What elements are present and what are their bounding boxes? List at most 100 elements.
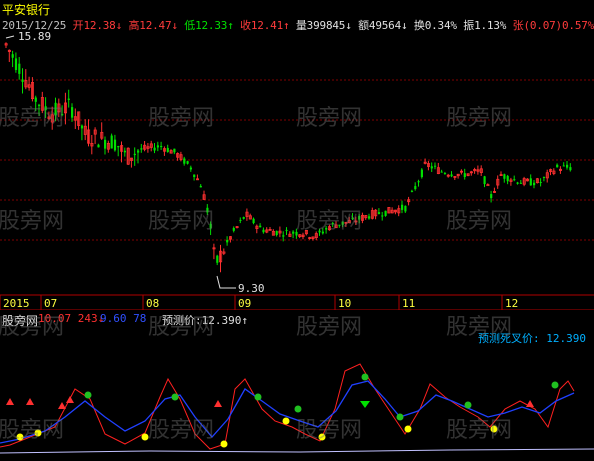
yellow-signal-dot (220, 440, 228, 448)
slow-line (0, 380, 575, 444)
candle-body (443, 173, 447, 175)
candle-body (189, 167, 192, 170)
candle-body (226, 239, 229, 243)
candle-body (503, 174, 506, 179)
buy-arrow-icon (6, 398, 14, 405)
sell-arrow-icon (360, 401, 370, 408)
yellow-signal-dot (490, 425, 498, 433)
candle-body (483, 176, 486, 185)
candle-body (44, 106, 47, 111)
candle-body (262, 229, 265, 233)
extreme-markers: 15.89 9.30 (5, 30, 265, 295)
candle-body (113, 139, 117, 151)
candle-body (292, 231, 295, 234)
candle-body (232, 228, 235, 231)
x-axis: 2015 07 08 09 10 11 12 (0, 295, 518, 310)
candle-body (486, 184, 490, 187)
candle-body (97, 144, 100, 148)
green-signal-dot (396, 413, 404, 421)
candle-body (556, 164, 559, 168)
candle-body (34, 97, 37, 102)
candle-body (295, 231, 298, 236)
candles (4, 42, 572, 273)
indicator-name: 股旁网 (2, 314, 39, 328)
buy-arrow-icon (58, 402, 66, 409)
candle-body (325, 228, 328, 230)
yellow-signal-dot (16, 433, 24, 441)
candle-body (14, 58, 18, 70)
low-marker-label: 9.30 (238, 282, 265, 295)
candle-body (420, 169, 423, 178)
candle-body (351, 217, 354, 219)
green-signal-dot (551, 381, 559, 389)
candle-body (166, 147, 169, 152)
candle-body (384, 210, 387, 216)
candle-body (341, 221, 344, 225)
candle-body (21, 79, 24, 82)
candle-body (54, 102, 57, 116)
forecast-death-cross-price: 预测死叉价: 12.390 (478, 332, 586, 345)
baseline-line (0, 448, 594, 454)
candle-body (542, 176, 546, 178)
candle-body (186, 161, 189, 164)
candle-body (18, 63, 21, 74)
candle-body (513, 179, 516, 181)
candle-body (434, 165, 437, 167)
grid-lines (0, 79, 594, 296)
candle-body (404, 205, 407, 212)
candle-body (216, 255, 219, 263)
fast-line (0, 363, 575, 450)
green-signal-dot (171, 393, 179, 401)
candle-body (463, 173, 466, 178)
indicator-signals (6, 373, 559, 448)
candle-body (321, 231, 324, 234)
candle-body (206, 207, 209, 213)
buy-arrow-icon (214, 400, 222, 407)
candle-body (153, 147, 156, 151)
candle-body (490, 194, 493, 199)
candle-body (562, 165, 565, 167)
candle-body (414, 186, 417, 190)
indicator-value-slow: 9.60 78 (100, 312, 147, 325)
candle-body (156, 145, 159, 148)
candle-body (401, 204, 404, 210)
candle-body (71, 107, 74, 118)
indicator-value-fast: 10.07 243↓ (38, 312, 105, 325)
candle-body (282, 235, 285, 237)
candle-body (199, 185, 202, 188)
candle-body (183, 158, 186, 164)
candle-body (368, 216, 371, 219)
yellow-signal-dot (282, 417, 290, 425)
candle-body (123, 150, 126, 153)
candle-body (117, 145, 120, 148)
green-signal-dot (84, 391, 92, 399)
yellow-signal-dot (318, 433, 326, 441)
candle-body (11, 54, 14, 58)
candle-body (417, 181, 420, 183)
candle-body (516, 182, 519, 184)
candle-body (377, 212, 381, 215)
candle-body (539, 182, 542, 184)
candle-body (67, 98, 70, 100)
candle-body (110, 135, 113, 149)
candle-body (242, 217, 245, 219)
high-marker-label: 15.89 (18, 30, 51, 43)
yellow-signal-dot (141, 433, 149, 441)
candle-body (133, 153, 136, 156)
candle-body (338, 224, 341, 226)
candle-body (450, 174, 453, 177)
candle-body (38, 104, 41, 106)
candlestick-chart[interactable]: 15.89 9.30 2015 07 08 09 10 11 12 (0, 30, 594, 310)
candle-body (566, 164, 569, 168)
candle-body (160, 146, 163, 148)
buy-arrow-icon (26, 398, 34, 405)
candle-body (61, 114, 64, 116)
stock-name: 平安银行 (2, 3, 51, 17)
candle-body (381, 215, 384, 217)
candle-body (519, 182, 522, 184)
candle-body (285, 229, 288, 231)
candle-body (80, 125, 84, 129)
candle-body (239, 219, 242, 221)
candle-body (137, 150, 140, 153)
candle-body (358, 215, 361, 220)
